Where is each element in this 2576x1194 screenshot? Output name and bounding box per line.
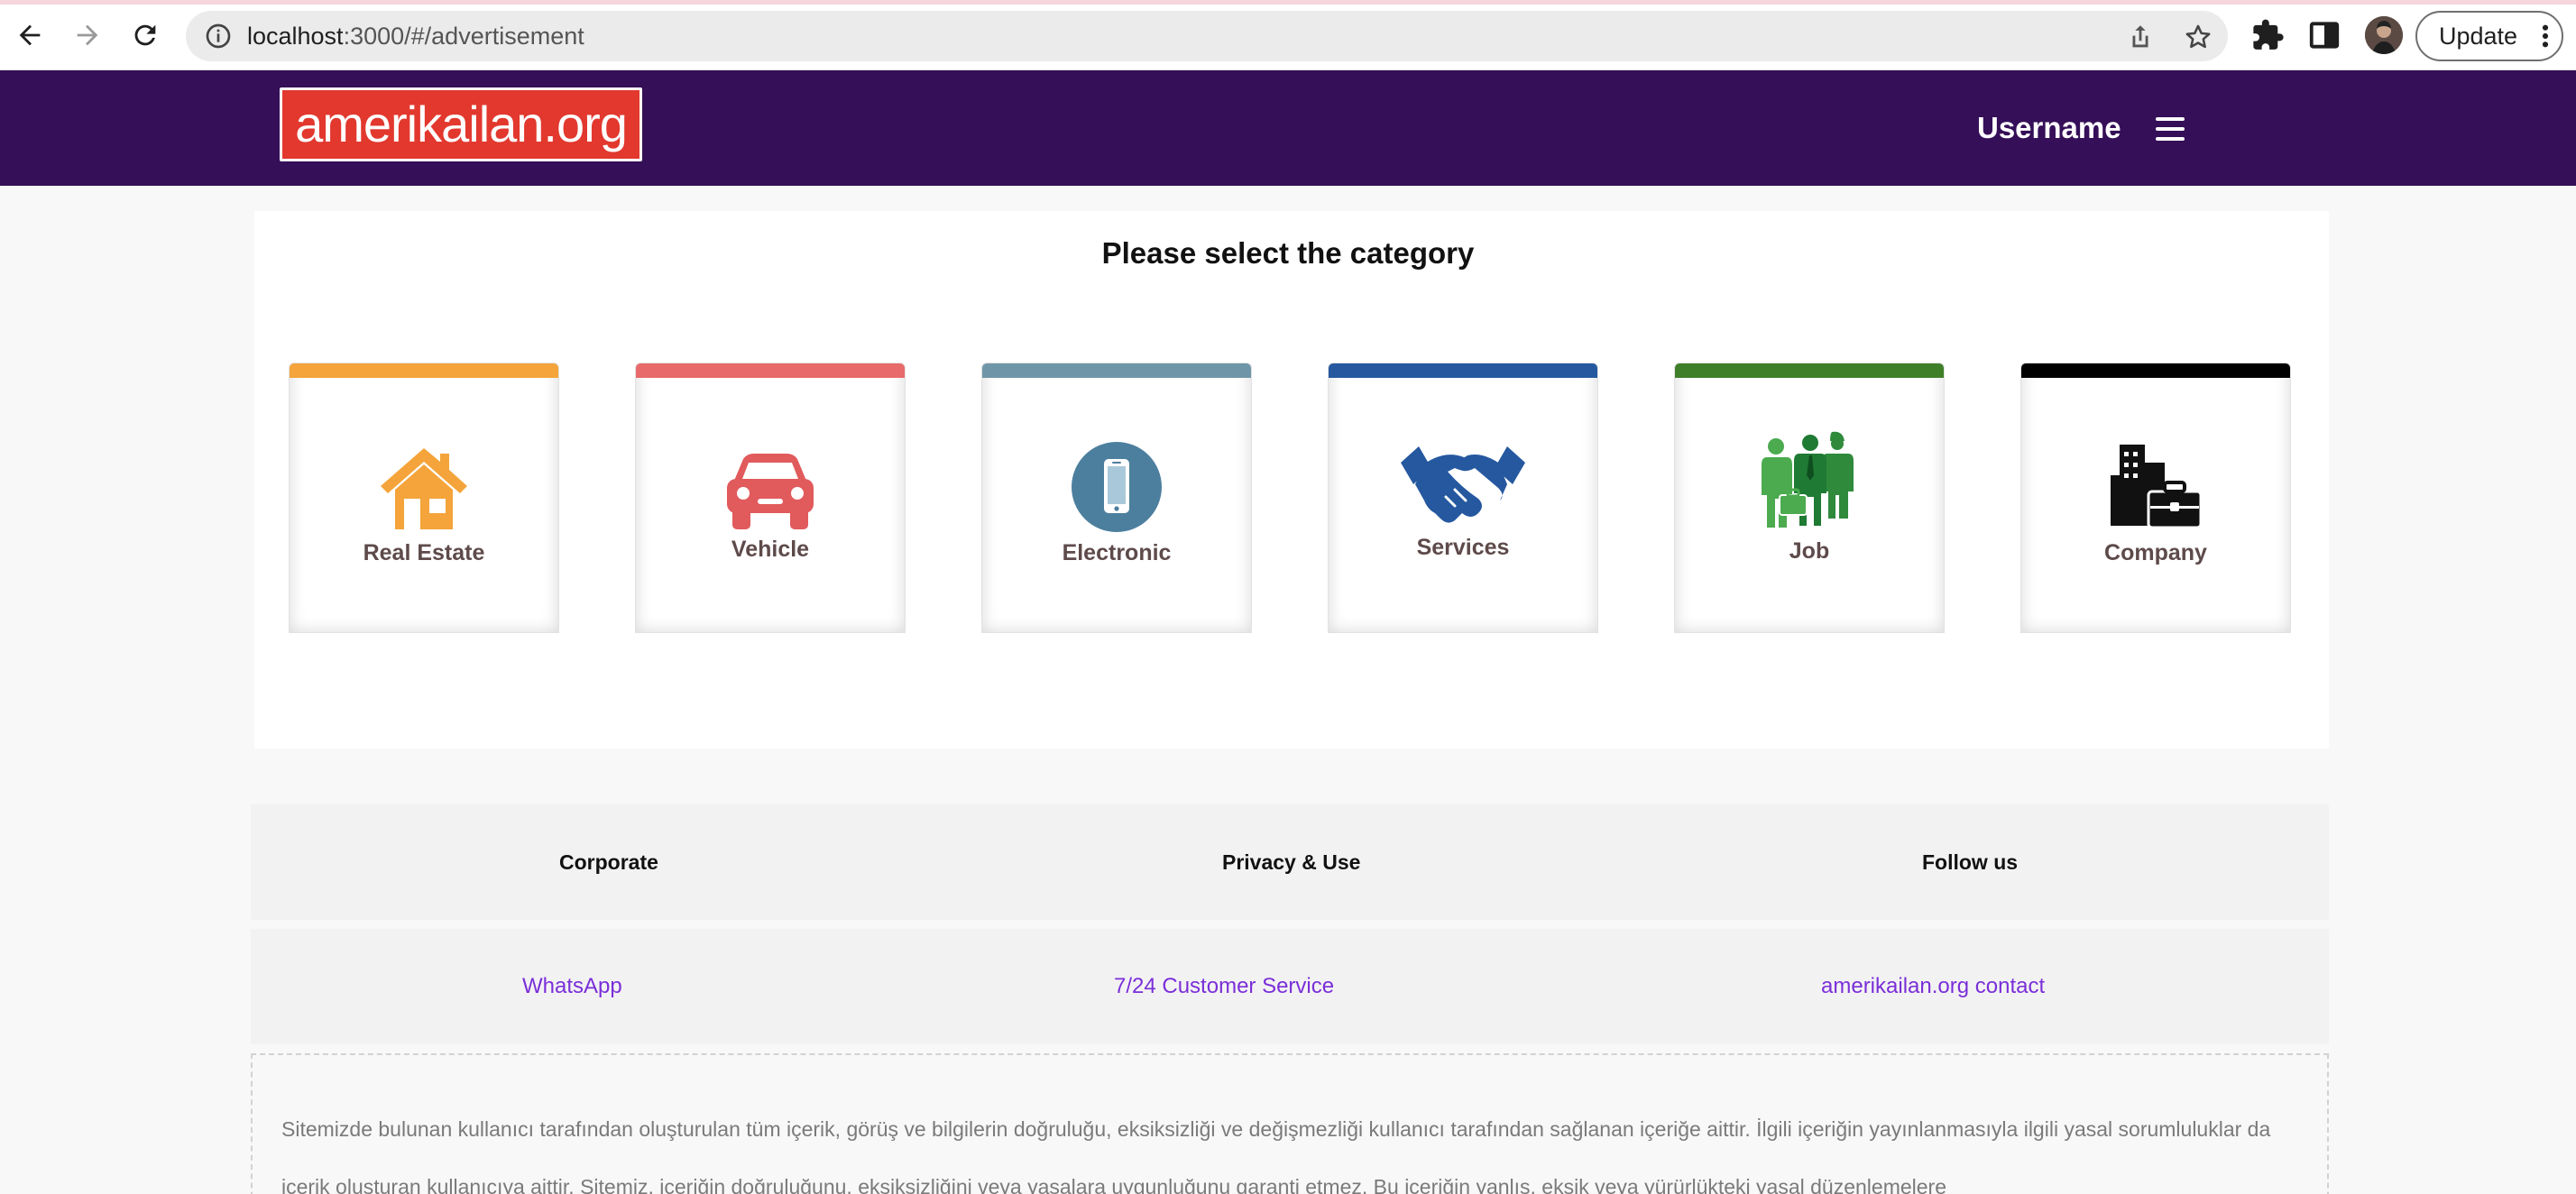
menu-icon[interactable] — [2156, 117, 2185, 142]
arrow-left-icon — [19, 24, 41, 46]
card-accent-bar — [636, 363, 905, 378]
browser-toolbar: localhost:3000/#/advertisement Update — [0, 0, 2576, 70]
url-host: localhost — [247, 23, 344, 50]
update-label: Update — [2439, 23, 2518, 50]
category-panel — [254, 211, 2329, 749]
reload-icon — [134, 24, 156, 46]
category-card-vehicle[interactable]: Vehicle — [635, 363, 906, 633]
contact-link[interactable]: amerikailan.org contact — [1821, 929, 2045, 1044]
side-panel-icon[interactable] — [2307, 18, 2341, 52]
category-card-company[interactable]: Company — [2020, 363, 2291, 633]
whatsapp-link[interactable]: WhatsApp — [522, 929, 622, 1044]
card-accent-bar — [1329, 363, 1597, 378]
forward-button[interactable] — [65, 13, 110, 58]
profile-photo-icon — [2365, 16, 2403, 54]
car-icon — [727, 454, 814, 529]
page-title: Please select the category — [1101, 236, 1475, 270]
customer-service-link[interactable]: 7/24 Customer Service — [1114, 929, 1334, 1044]
card-accent-bar — [2021, 363, 2290, 378]
handshake-icon — [1401, 446, 1525, 523]
address-bar[interactable]: localhost:3000/#/advertisement — [186, 11, 2228, 61]
arrow-right-icon — [77, 24, 98, 46]
office-briefcase-icon — [2111, 445, 2201, 529]
tab-strip-edge — [0, 0, 2576, 5]
url-path: :3000/#/advertisement — [343, 23, 584, 50]
card-accent-bar — [982, 363, 1251, 378]
extensions-icon[interactable] — [2251, 18, 2286, 52]
url-text: localhost:3000/#/advertisement — [247, 11, 584, 61]
category-label: Job — [1789, 538, 1830, 564]
footer-heading-corporate: Corporate — [559, 850, 658, 874]
disclaimer-text: Sitemizde bulunan kullanıcı tarafından o… — [251, 1053, 2329, 1194]
username-link[interactable]: Username — [1977, 108, 2121, 148]
reload-button[interactable] — [123, 13, 168, 58]
footer-heading-privacy: Privacy & Use — [1222, 850, 1361, 874]
category-label: Services — [1416, 535, 1510, 560]
site-logo[interactable]: amerikailan.org — [280, 87, 642, 161]
more-vert-icon — [2542, 24, 2549, 48]
update-button[interactable]: Update — [2415, 11, 2563, 61]
footer-links: WhatsApp 7/24 Customer Service amerikail… — [251, 929, 2329, 1044]
house-icon — [381, 448, 467, 529]
back-button[interactable] — [7, 13, 52, 58]
smartphone-icon — [1072, 442, 1162, 532]
share-icon[interactable] — [2125, 22, 2156, 52]
category-label: Vehicle — [731, 537, 810, 562]
category-label: Real Estate — [363, 540, 485, 565]
footer-heading-follow: Follow us — [1922, 850, 2019, 874]
category-label: Company — [2104, 540, 2207, 565]
footer-headings: Corporate Privacy & Use Follow us — [251, 804, 2329, 920]
star-icon[interactable] — [2183, 22, 2213, 52]
category-label: Electronic — [1062, 540, 1172, 565]
info-icon[interactable] — [204, 22, 233, 51]
card-accent-bar — [290, 363, 558, 378]
workers-icon — [1762, 431, 1854, 528]
category-card-electronic[interactable]: Electronic — [981, 363, 1252, 633]
category-card-real-estate[interactable]: Real Estate — [289, 363, 559, 633]
category-card-services[interactable]: Services — [1328, 363, 1598, 633]
profile-avatar[interactable] — [2365, 16, 2403, 54]
card-accent-bar — [1675, 363, 1944, 378]
category-card-job[interactable]: Job — [1674, 363, 1945, 633]
